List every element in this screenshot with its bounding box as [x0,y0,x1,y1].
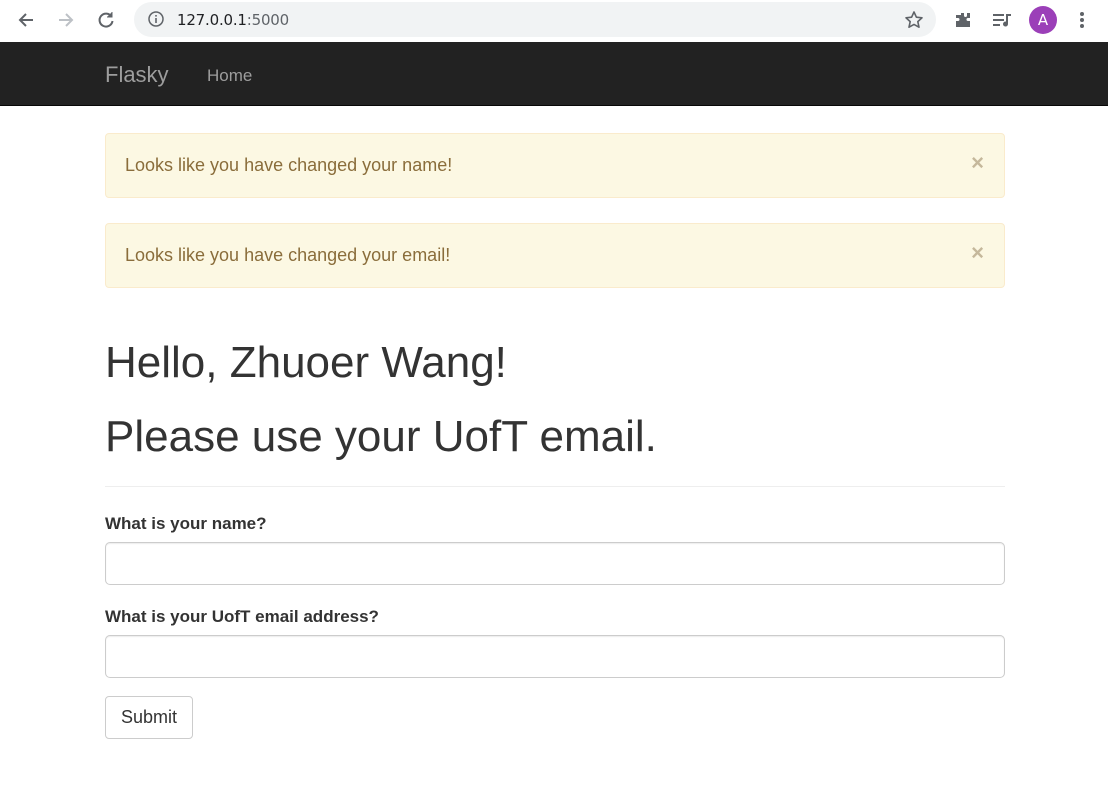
greeting-heading: Hello, Zhuoer Wang! [105,338,507,387]
extensions-icon[interactable] [949,6,977,34]
avatar-letter: A [1037,11,1049,29]
submit-button[interactable]: Submit [105,696,194,739]
info-icon[interactable] [148,11,164,27]
star-icon[interactable] [904,10,924,30]
url-port: :5000 [246,11,289,29]
email-input[interactable] [105,635,1005,678]
main-container: Looks like you have changed your name! ×… [105,133,1005,739]
more-vert-icon[interactable] [1068,6,1096,34]
alert-name-changed: Looks like you have changed your name! × [105,133,1005,198]
forward-arrow-icon[interactable] [52,6,80,34]
url-text: 127.0.0.1:5000 [177,11,289,29]
navbar-brand[interactable]: Flasky [105,62,169,88]
alert-close-button[interactable]: × [971,152,984,174]
alert-email-changed: Looks like you have changed your email! … [105,223,1005,288]
profile-avatar[interactable]: A [1029,6,1057,34]
media-control-icon[interactable] [988,6,1016,34]
alert-message: Looks like you have changed your email! [125,245,451,265]
name-label: What is your name? [105,514,267,533]
email-label: What is your UofT email address? [105,607,379,626]
page-header: Hello, Zhuoer Wang! Please use your UofT… [105,338,1005,487]
alert-close-button[interactable]: × [971,242,984,264]
site-navbar: Flasky Home [0,42,1108,106]
browser-toolbar: 127.0.0.1:5000 A [0,0,1108,42]
alert-message: Looks like you have changed your name! [125,155,453,175]
notice-heading: Please use your UofT email. [105,412,657,461]
reload-icon[interactable] [92,6,120,34]
url-host: 127.0.0.1 [177,11,247,29]
address-bar[interactable]: 127.0.0.1:5000 [134,2,936,37]
nav-link-home[interactable]: Home [207,66,252,86]
back-arrow-icon[interactable] [12,6,40,34]
name-input[interactable] [105,542,1005,585]
